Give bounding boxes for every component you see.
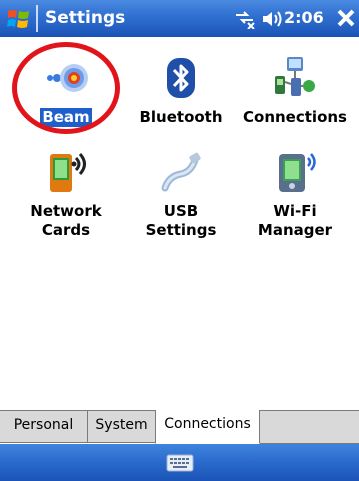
- network-cards-icon: [50, 152, 86, 192]
- close-icon[interactable]: [335, 6, 357, 30]
- bluetooth-icon: [167, 58, 195, 98]
- connections-label: Connections: [243, 108, 347, 126]
- wifi-manager-icon: [279, 153, 316, 192]
- window-title: Settings: [45, 8, 126, 28]
- title-separator: [36, 5, 38, 32]
- tab-strip: Personal System Connections: [0, 410, 359, 445]
- bluetooth-label: Bluetooth: [139, 108, 223, 126]
- tab-connections[interactable]: Connections: [155, 410, 260, 444]
- windows-start-icon[interactable]: [6, 6, 32, 32]
- tab-personal[interactable]: Personal: [0, 411, 88, 443]
- volume-icon[interactable]: [261, 9, 283, 29]
- wifi-manager-label: Wi-Fi Manager: [257, 202, 333, 239]
- connectivity-icon[interactable]: [233, 9, 257, 29]
- network-cards-item[interactable]: Network Cards: [10, 148, 122, 240]
- menu-bar: [0, 444, 359, 481]
- wifi-manager-item[interactable]: Wi-Fi Manager: [239, 148, 351, 240]
- usb-settings-item[interactable]: USB Settings: [125, 148, 237, 240]
- tab-system[interactable]: System: [88, 411, 156, 443]
- network-cards-label: Network Cards: [30, 202, 102, 239]
- connections-item[interactable]: Connections: [239, 54, 351, 127]
- tab-strip-filler: [260, 411, 359, 444]
- bluetooth-item[interactable]: Bluetooth: [125, 54, 237, 127]
- title-bar: Settings 2:06: [0, 0, 359, 37]
- highlight-circle: [12, 42, 120, 134]
- keyboard-icon[interactable]: [166, 453, 194, 473]
- usb-icon: [161, 152, 201, 192]
- connections-icon: [275, 57, 315, 96]
- clock[interactable]: 2:06: [284, 8, 324, 27]
- usb-settings-label: USB Settings: [145, 202, 217, 239]
